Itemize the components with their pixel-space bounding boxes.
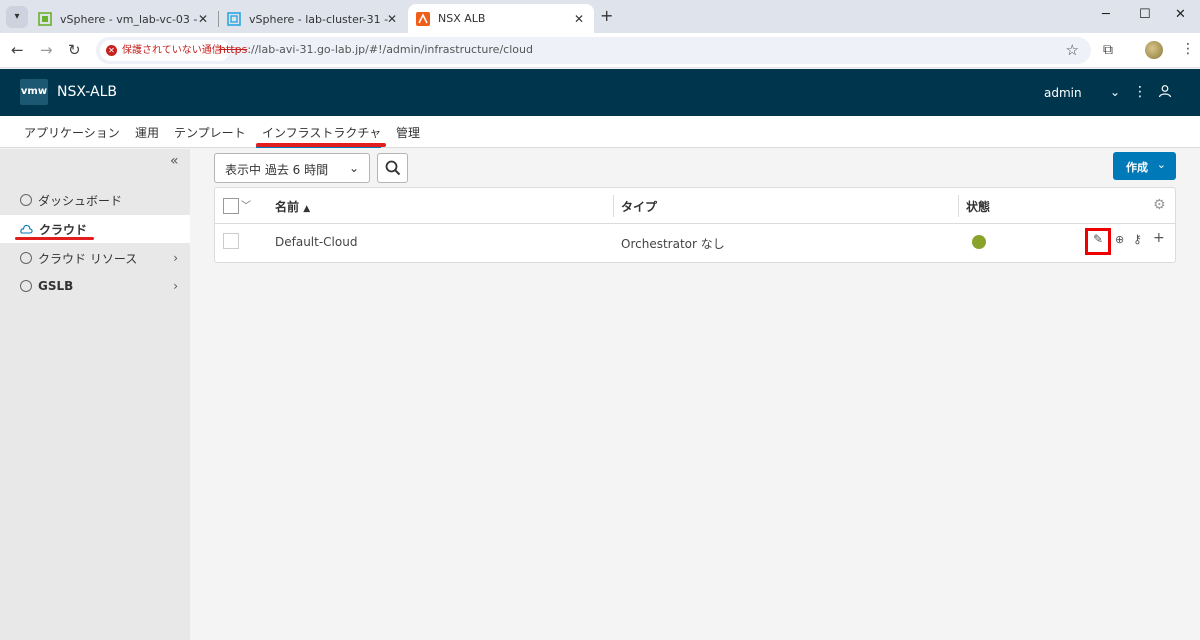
close-tab-icon[interactable]: ✕ bbox=[574, 12, 584, 26]
cloud-name[interactable]: Default-Cloud bbox=[275, 235, 357, 249]
dashboard-icon bbox=[20, 194, 32, 206]
time-range-select[interactable]: 表示中 過去 6 時間 ⌄ bbox=[214, 153, 370, 183]
sidebar-item-label: クラウド リソース bbox=[38, 251, 138, 266]
chevron-right-icon: › bbox=[173, 251, 178, 265]
minimize-window-icon[interactable]: ─ bbox=[1102, 7, 1110, 22]
create-button[interactable]: 作成 ⌄ bbox=[1113, 152, 1176, 180]
tab-title: vSphere - lab-cluster-31 - 仮想 bbox=[249, 12, 389, 26]
collapse-sidebar-icon[interactable]: « bbox=[170, 153, 179, 169]
sidebar-item-cloud-resources[interactable]: クラウド リソース › bbox=[0, 244, 190, 272]
sidebar-item-dashboard[interactable]: ダッシュボード bbox=[0, 186, 190, 214]
column-divider bbox=[613, 195, 614, 217]
nav-templates[interactable]: テンプレート bbox=[174, 124, 246, 141]
chevron-right-icon: › bbox=[173, 279, 178, 293]
nav-infrastructure[interactable]: インフラストラクチャ bbox=[262, 124, 381, 141]
download-icon[interactable]: ⊕ bbox=[1115, 233, 1124, 246]
nav-administration[interactable]: 管理 bbox=[396, 124, 420, 141]
app-header: vmw NSX-ALB admin ⌄ ⋮ bbox=[0, 69, 1200, 116]
column-label: 名前 bbox=[275, 200, 300, 214]
column-header-type[interactable]: タイプ bbox=[621, 198, 657, 215]
forward-arrow-icon[interactable]: → bbox=[40, 41, 53, 59]
more-options-icon[interactable]: ⋮ bbox=[1133, 84, 1147, 100]
warning-icon: ✕ bbox=[106, 45, 117, 56]
close-tab-icon[interactable]: ✕ bbox=[198, 12, 208, 26]
url-scheme: https bbox=[219, 43, 248, 56]
chevron-down-icon: ⌄ bbox=[1156, 158, 1166, 171]
user-icon[interactable] bbox=[1158, 84, 1172, 98]
browser-toolbar: ← → ↻ ✕ 保護されていない通信 https://lab-avi-31.go… bbox=[0, 33, 1200, 68]
column-header-name[interactable]: 名前 ▲ bbox=[275, 198, 310, 215]
cloud-type: Orchestrator なし bbox=[621, 237, 725, 251]
profile-avatar[interactable] bbox=[1145, 41, 1163, 59]
address-bar[interactable]: ✕ 保護されていない通信 https://lab-avi-31.go-lab.j… bbox=[96, 37, 1091, 64]
user-name[interactable]: admin bbox=[1044, 86, 1082, 100]
tab-title: NSX ALB bbox=[438, 12, 486, 25]
browser-tab-nsx-alb[interactable]: NSX ALB ✕ bbox=[408, 4, 594, 33]
nav-operations[interactable]: 運用 bbox=[135, 124, 159, 141]
sort-ascending-icon: ▲ bbox=[303, 204, 311, 214]
row-checkbox[interactable] bbox=[223, 233, 239, 249]
security-warning-chip[interactable]: ✕ 保護されていない通信 bbox=[100, 40, 230, 61]
cloud-resources-icon bbox=[20, 252, 32, 264]
url-text: https://lab-avi-31.go-lab.jp/#!/admin/in… bbox=[219, 43, 533, 56]
nav-applications[interactable]: アプリケーション bbox=[24, 124, 120, 141]
close-tab-icon[interactable]: ✕ bbox=[387, 12, 397, 26]
table-header: ﹀ 名前 ▲ タイプ 状態 ⚙ bbox=[215, 188, 1175, 224]
sidebar-item-label: クラウド bbox=[39, 222, 88, 237]
select-all-checkbox[interactable] bbox=[223, 198, 239, 214]
chevron-down-icon[interactable]: ﹀ bbox=[241, 197, 251, 212]
browser-tab-vsphere-cluster[interactable]: vSphere - lab-cluster-31 - 仮想 ✕ bbox=[219, 4, 407, 33]
sidebar-item-gslb[interactable]: GSLB › bbox=[0, 272, 190, 300]
reload-icon[interactable]: ↻ bbox=[68, 41, 81, 59]
tab-title: vSphere - vm_lab-vc-03 - 仮想マ bbox=[60, 12, 200, 26]
annotation-underline bbox=[15, 237, 94, 240]
browser-tab-vsphere-vm[interactable]: vSphere - vm_lab-vc-03 - 仮想マ ✕ bbox=[30, 4, 218, 33]
sidebar-item-label: GSLB bbox=[38, 279, 74, 293]
annotation-highlight-box bbox=[1085, 228, 1111, 255]
search-icon bbox=[385, 160, 401, 176]
time-range-value: 表示中 過去 6 時間 bbox=[225, 163, 329, 177]
back-arrow-icon[interactable]: ← bbox=[11, 41, 24, 59]
globe-icon bbox=[20, 280, 32, 292]
cloud-icon bbox=[20, 224, 33, 234]
add-plus-icon[interactable]: + bbox=[1153, 230, 1165, 246]
bookmark-star-icon[interactable]: ☆ bbox=[1066, 41, 1079, 59]
extensions-puzzle-icon[interactable]: ⧉ bbox=[1103, 42, 1113, 58]
vmware-logo: vmw bbox=[20, 79, 48, 105]
vsphere-favicon-icon bbox=[227, 11, 241, 26]
annotation-underline bbox=[256, 143, 386, 147]
nsx-alb-favicon-icon bbox=[416, 11, 430, 26]
vsphere-favicon-icon bbox=[38, 11, 52, 26]
search-button[interactable] bbox=[377, 153, 408, 183]
chevron-down-icon: ⌄ bbox=[348, 161, 359, 175]
tab-search-chevron-icon[interactable]: ▾ bbox=[6, 6, 28, 28]
browser-menu-icon[interactable]: ⋮ bbox=[1181, 41, 1195, 57]
browser-tab-strip: ▾ vSphere - vm_lab-vc-03 - 仮想マ ✕ vSphere… bbox=[0, 0, 1200, 33]
top-navigation: アプリケーション 運用 テンプレート インフラストラクチャ 管理 bbox=[0, 116, 1200, 148]
sidebar-item-label: ダッシュボード bbox=[38, 193, 123, 208]
gear-icon[interactable]: ⚙ bbox=[1153, 197, 1166, 213]
sidebar: « ダッシュボード クラウド クラウド リソース › GSLB › bbox=[0, 149, 190, 640]
cloud-table: ﹀ 名前 ▲ タイプ 状態 ⚙ Default-Cloud Orchestrat… bbox=[214, 187, 1176, 263]
new-tab-button[interactable]: + bbox=[600, 6, 613, 25]
user-menu-chevron-icon[interactable]: ⌄ bbox=[1110, 85, 1120, 99]
app-title: NSX-ALB bbox=[57, 84, 117, 100]
maximize-window-icon[interactable]: ☐ bbox=[1139, 7, 1151, 22]
column-divider bbox=[958, 195, 959, 217]
column-header-status[interactable]: 状態 bbox=[966, 198, 990, 215]
url-path: ://lab-avi-31.go-lab.jp/#!/admin/infrast… bbox=[247, 43, 533, 56]
key-icon[interactable]: ⚷ bbox=[1133, 232, 1142, 246]
security-label: 保護されていない通信 bbox=[122, 45, 222, 56]
close-window-icon[interactable]: ✕ bbox=[1175, 7, 1186, 22]
create-button-label: 作成 bbox=[1126, 161, 1148, 174]
status-indicator bbox=[972, 235, 986, 249]
